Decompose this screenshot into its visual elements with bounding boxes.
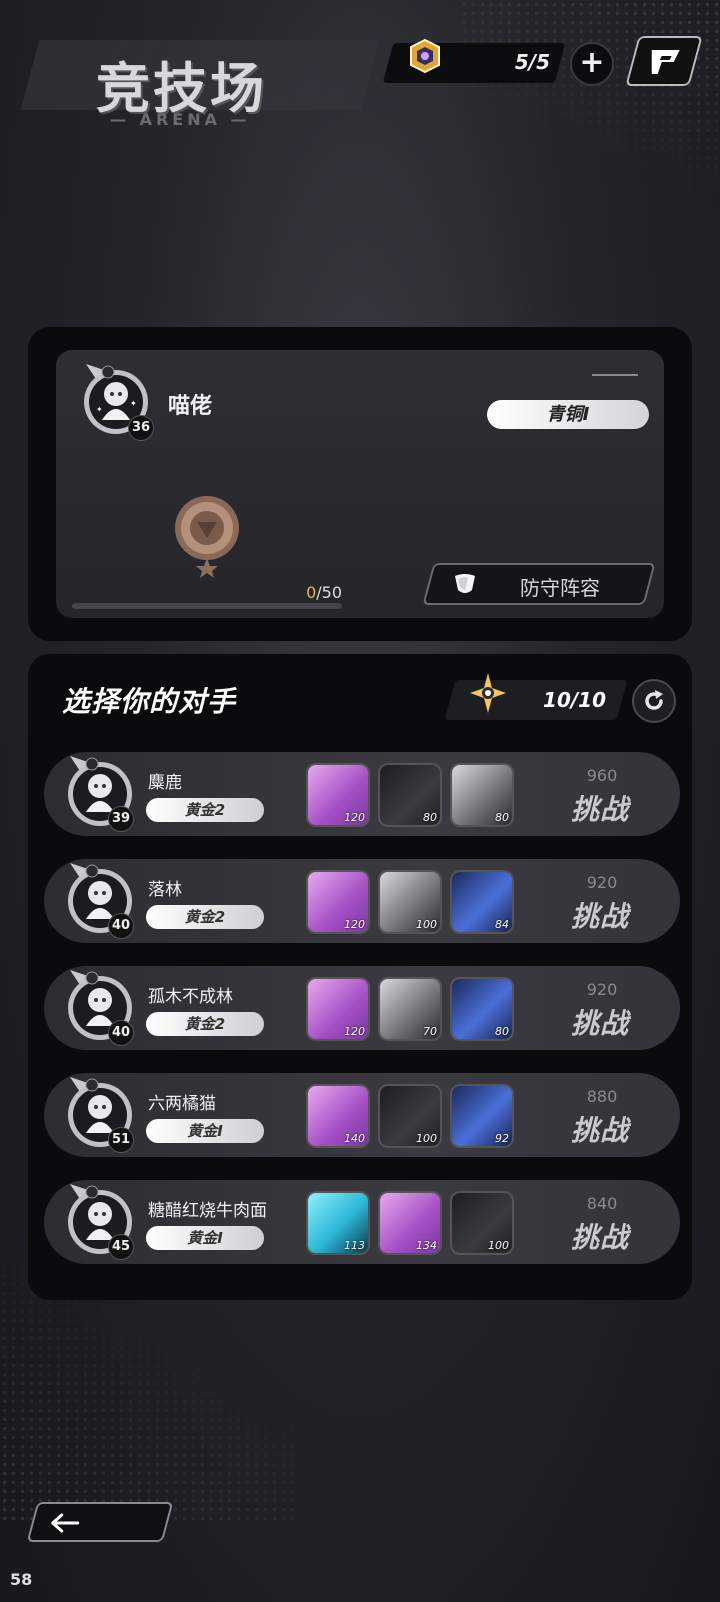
hero-level: 140 [344, 1132, 365, 1145]
opponent-power: 920 [586, 980, 618, 999]
svg-text:✦: ✦ [96, 405, 103, 414]
hero-level: 120 [344, 811, 365, 824]
opponents-title: 选择你的对手 [62, 685, 237, 718]
opponent-power: 920 [586, 873, 618, 892]
season-progress-bar [72, 603, 342, 609]
ranking-flag-icon [651, 50, 680, 74]
opponent-hero-portrait: 80 [450, 763, 514, 827]
opponent-power: 880 [586, 1087, 618, 1106]
challenge-button[interactable]: 挑战 [550, 788, 650, 828]
opponent-tier-badge: 黄金2 [146, 905, 264, 929]
opponent-hero-portrait: 70 [378, 977, 442, 1041]
opponent-tier-badge: 黄金2 [146, 798, 264, 822]
opponent-tier-badge: 黄金I [146, 1226, 264, 1250]
bronze-rank-medal-icon [175, 496, 239, 578]
hero-level: 100 [416, 1132, 437, 1145]
hero-level: 84 [495, 918, 509, 931]
page-subtitle: — ARENA — [110, 110, 251, 129]
opponent-level-badge: 40 [108, 1020, 134, 1046]
background-dots-top [460, 0, 720, 200]
challenge-button[interactable]: 挑战 [550, 1002, 650, 1042]
opponent-power: 960 [586, 766, 618, 785]
rank-divider [592, 374, 638, 376]
hero-level: 120 [344, 918, 365, 931]
title-banner: 竞技场 — ARENA — [20, 30, 380, 130]
opponent-tier-badge: 黄金2 [146, 1012, 264, 1036]
player-rank-badge: 青铜I [487, 400, 649, 429]
defense-lineup-label: 防守阵容 [520, 576, 600, 600]
opponent-tier-badge: 黄金I [146, 1119, 264, 1143]
back-button[interactable] [26, 1502, 174, 1542]
hero-level: 113 [344, 1239, 365, 1252]
opponent-hero-portrait: 120 [306, 977, 370, 1041]
opponent-name: 糖醋红烧牛肉面 [148, 1201, 267, 1221]
opponent-hero-portrait: 92 [450, 1084, 514, 1148]
opponent-power: 840 [586, 1194, 618, 1213]
opponent-level-badge: 39 [108, 806, 134, 832]
opponent-level-badge: 40 [108, 913, 134, 939]
challenge-button[interactable]: 挑战 [550, 1109, 650, 1149]
opponent-row[interactable]: 45 糖醋红烧牛肉面黄金I 113 134 100 840 挑战 [44, 1180, 680, 1264]
opponent-name: 六两橘猫 [148, 1094, 216, 1114]
hero-level: 80 [423, 811, 437, 824]
opponent-level-badge: 51 [108, 1127, 134, 1153]
opponent-row[interactable]: 40 孤木不成林黄金2 120 70 80 920 挑战 [44, 966, 680, 1050]
opponent-hero-portrait: 120 [306, 870, 370, 934]
background-dots-bottom [0, 1262, 300, 1522]
opponent-hero-portrait: 100 [378, 870, 442, 934]
add-ticket-button[interactable]: + [570, 42, 614, 86]
refresh-icon [645, 690, 663, 710]
opponent-hero-portrait: 140 [306, 1084, 370, 1148]
opponent-name: 麋鹿 [148, 773, 182, 793]
opponent-hero-portrait: 113 [306, 1191, 370, 1255]
hero-level: 70 [423, 1025, 437, 1038]
opponent-hero-portrait: 80 [450, 977, 514, 1041]
shield-icon [455, 574, 475, 593]
opponent-name: 孤木不成林 [148, 987, 233, 1007]
opponent-hero-portrait: 100 [378, 1084, 442, 1148]
season-progress-text: 0/50 [306, 583, 342, 602]
opponent-hero-portrait: 100 [450, 1191, 514, 1255]
ranking-button[interactable] [625, 36, 703, 86]
hero-level: 100 [416, 918, 437, 931]
star-compass-icon [470, 673, 506, 713]
refresh-opponents-button[interactable] [632, 679, 676, 723]
ticket-count: 5/5 [514, 50, 550, 74]
opponent-hero-portrait: 80 [378, 763, 442, 827]
opponent-hero-portrait: 84 [450, 870, 514, 934]
hero-level: 80 [495, 1025, 509, 1038]
hero-level: 80 [495, 811, 509, 824]
player-name: 喵佬 [168, 394, 213, 419]
arena-ticket-icon [410, 38, 440, 74]
attempts-count: 10/10 [543, 688, 606, 712]
opponent-name: 落林 [148, 880, 182, 900]
hero-level: 134 [416, 1239, 437, 1252]
hero-level: 100 [488, 1239, 509, 1252]
svg-text:✦: ✦ [130, 399, 137, 408]
challenge-button[interactable]: 挑战 [550, 1216, 650, 1256]
opponent-row[interactable]: 40 落林黄金2 120 100 84 920 挑战 [44, 859, 680, 943]
opponent-hero-portrait: 134 [378, 1191, 442, 1255]
hero-level: 92 [495, 1132, 509, 1145]
hero-level: 120 [344, 1025, 365, 1038]
opponent-row[interactable]: 51 六两橘猫黄金I 140 100 92 880 挑战 [44, 1073, 680, 1157]
opponent-row[interactable]: 39 麋鹿黄金2 120 80 80 960 挑战 [44, 752, 680, 836]
opponent-level-badge: 45 [108, 1234, 134, 1260]
back-arrow-icon [51, 1513, 80, 1533]
player-level-badge: 36 [128, 415, 154, 441]
opponent-hero-portrait: 120 [306, 763, 370, 827]
corner-number: 58 [10, 1570, 33, 1589]
challenge-button[interactable]: 挑战 [550, 895, 650, 935]
